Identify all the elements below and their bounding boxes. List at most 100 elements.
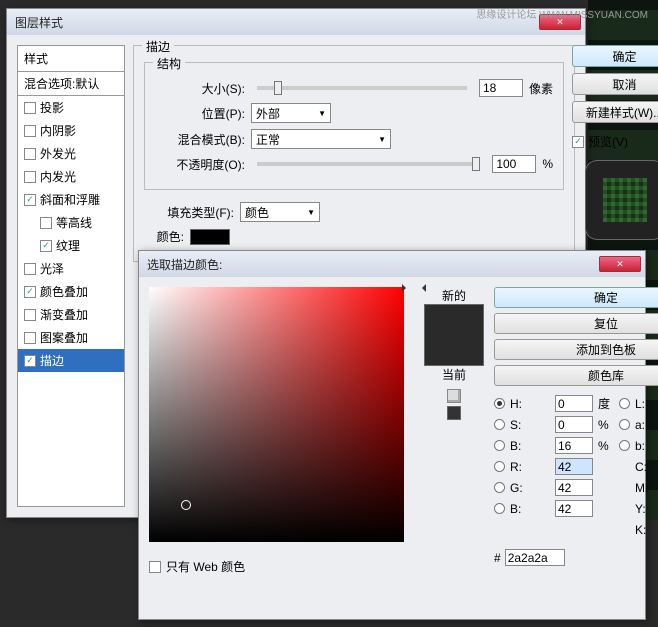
size-slider[interactable] <box>257 86 467 90</box>
watermark: 思缘设计论坛 WWW.MISSYUAN.COM <box>476 6 648 21</box>
position-label: 位置(P): <box>155 105 245 122</box>
hex-label: # <box>494 551 501 565</box>
radio-b[interactable] <box>619 440 630 451</box>
checkbox-icon[interactable] <box>24 125 36 137</box>
checkbox-icon[interactable] <box>24 102 36 114</box>
opacity-unit: % <box>542 157 553 171</box>
hex-input[interactable] <box>505 549 565 566</box>
group-label-stroke: 描边 <box>142 38 174 55</box>
style-item[interactable]: 图案叠加 <box>18 326 124 349</box>
blendmode-label: 混合模式(B): <box>155 131 245 148</box>
bh-input[interactable] <box>555 437 593 454</box>
add-swatch-button[interactable]: 添加到色板 <box>494 339 658 360</box>
blendmode-combo[interactable]: 正常▼ <box>251 129 391 149</box>
style-item-label: 等高线 <box>56 214 92 231</box>
preview-checkbox[interactable]: ✓预览(V) <box>572 133 658 150</box>
size-input[interactable] <box>479 79 523 97</box>
style-item-label: 内发光 <box>40 168 76 185</box>
web-only-checkbox[interactable]: 只有 Web 颜色 <box>149 558 404 575</box>
color-values: H:度 L: S:% a: B:% b: R: C: G: M: B: Y: K… <box>494 395 658 538</box>
style-item[interactable]: 渐变叠加 <box>18 303 124 326</box>
style-item-label: 渐变叠加 <box>40 306 88 323</box>
chevron-down-icon: ▼ <box>378 135 386 144</box>
style-item[interactable]: 外发光 <box>18 142 124 165</box>
radio-g[interactable] <box>494 482 505 493</box>
checkbox-icon[interactable]: ✓ <box>24 355 36 367</box>
blend-options[interactable]: 混合选项:默认 <box>18 72 124 96</box>
radio-h[interactable] <box>494 398 505 409</box>
radio-s[interactable] <box>494 419 505 430</box>
titlebar[interactable]: 选取描边颜色: ✕ <box>139 251 645 277</box>
r-input[interactable] <box>555 458 593 475</box>
ok-button[interactable]: 确定 <box>572 45 658 67</box>
checkbox-icon[interactable]: ✓ <box>24 194 36 206</box>
preview-thumbnail <box>585 160 658 240</box>
checkbox-icon[interactable] <box>24 148 36 160</box>
color-label: 颜色: <box>144 228 184 245</box>
checkbox-icon[interactable] <box>24 332 36 344</box>
radio-l[interactable] <box>619 398 630 409</box>
radio-a[interactable] <box>619 419 630 430</box>
filltype-label: 填充类型(F): <box>144 204 234 221</box>
checkbox-icon[interactable] <box>24 171 36 183</box>
cancel-button[interactable]: 取消 <box>572 73 658 95</box>
cube-icon[interactable] <box>447 389 461 403</box>
style-item[interactable]: ✓ 纹理 <box>18 234 124 257</box>
close-icon[interactable]: ✕ <box>599 256 641 272</box>
style-item-label: 光泽 <box>40 260 64 277</box>
dialog-title: 选取描边颜色: <box>143 256 597 273</box>
checkbox-icon[interactable]: ✓ <box>24 286 36 298</box>
stroke-color-swatch[interactable] <box>190 229 230 245</box>
style-item-label: 内阴影 <box>40 122 76 139</box>
nearest-swatch[interactable] <box>447 406 461 420</box>
style-item[interactable]: ✓ 斜面和浮雕 <box>18 188 124 211</box>
group-label-struct: 结构 <box>153 55 185 72</box>
radio-bb[interactable] <box>494 503 505 514</box>
dialog-title: 图层样式 <box>11 14 537 31</box>
style-item-label: 斜面和浮雕 <box>40 191 100 208</box>
style-item-label: 外发光 <box>40 145 76 162</box>
position-combo[interactable]: 外部▼ <box>251 103 331 123</box>
current-color-swatch[interactable] <box>425 335 483 365</box>
checkbox-icon[interactable] <box>24 263 36 275</box>
style-item-label: 颜色叠加 <box>40 283 88 300</box>
size-unit: 像素 <box>529 80 553 97</box>
filltype-combo[interactable]: 颜色▼ <box>240 202 320 222</box>
color-lib-button[interactable]: 颜色库 <box>494 365 658 386</box>
color-picker-dialog: 选取描边颜色: ✕ 只有 Web 颜色 新的 当前 确定 复位 添加到色板 <box>138 250 646 620</box>
checkbox-icon[interactable] <box>24 309 36 321</box>
g-input[interactable] <box>555 479 593 496</box>
opacity-input[interactable] <box>492 155 536 173</box>
rgb-b-input[interactable] <box>555 500 593 517</box>
style-item[interactable]: ✓ 颜色叠加 <box>18 280 124 303</box>
radio-r[interactable] <box>494 461 505 472</box>
checkbox-icon[interactable]: ✓ <box>40 240 52 252</box>
style-item[interactable]: 内阴影 <box>18 119 124 142</box>
styles-header[interactable]: 样式 <box>18 46 124 72</box>
new-color-label: 新的 <box>442 287 466 304</box>
style-item-label: 描边 <box>40 352 64 369</box>
color-field[interactable] <box>149 287 404 542</box>
style-item-label: 纹理 <box>56 237 80 254</box>
styles-list: 样式 混合选项:默认 投影内阴影外发光内发光 ✓ 斜面和浮雕等高线 ✓ 纹理光泽 ✓ 颜色叠… <box>17 45 125 507</box>
stroke-group: 描边 结构 大小(S): 像素 位置(P): 外部▼ 混合模式(B): <box>133 45 575 262</box>
radio-bh[interactable] <box>494 440 505 451</box>
color-cursor <box>181 500 191 510</box>
ok-button[interactable]: 确定 <box>494 287 658 308</box>
style-item[interactable]: 内发光 <box>18 165 124 188</box>
new-style-button[interactable]: 新建样式(W)... <box>572 101 658 123</box>
size-label: 大小(S): <box>155 80 245 97</box>
style-item-label: 投影 <box>40 99 64 116</box>
opacity-slider[interactable] <box>257 162 480 166</box>
checkbox-icon[interactable] <box>40 217 52 229</box>
style-item[interactable]: 等高线 <box>18 211 124 234</box>
style-item[interactable]: 光泽 <box>18 257 124 280</box>
s-input[interactable] <box>555 416 593 433</box>
style-item[interactable]: 投影 <box>18 96 124 119</box>
style-item-label: 图案叠加 <box>40 329 88 346</box>
current-color-label: 当前 <box>442 366 466 383</box>
chevron-down-icon: ▼ <box>307 208 315 217</box>
h-input[interactable] <box>555 395 593 412</box>
reset-button[interactable]: 复位 <box>494 313 658 334</box>
style-item[interactable]: ✓ 描边 <box>18 349 124 372</box>
